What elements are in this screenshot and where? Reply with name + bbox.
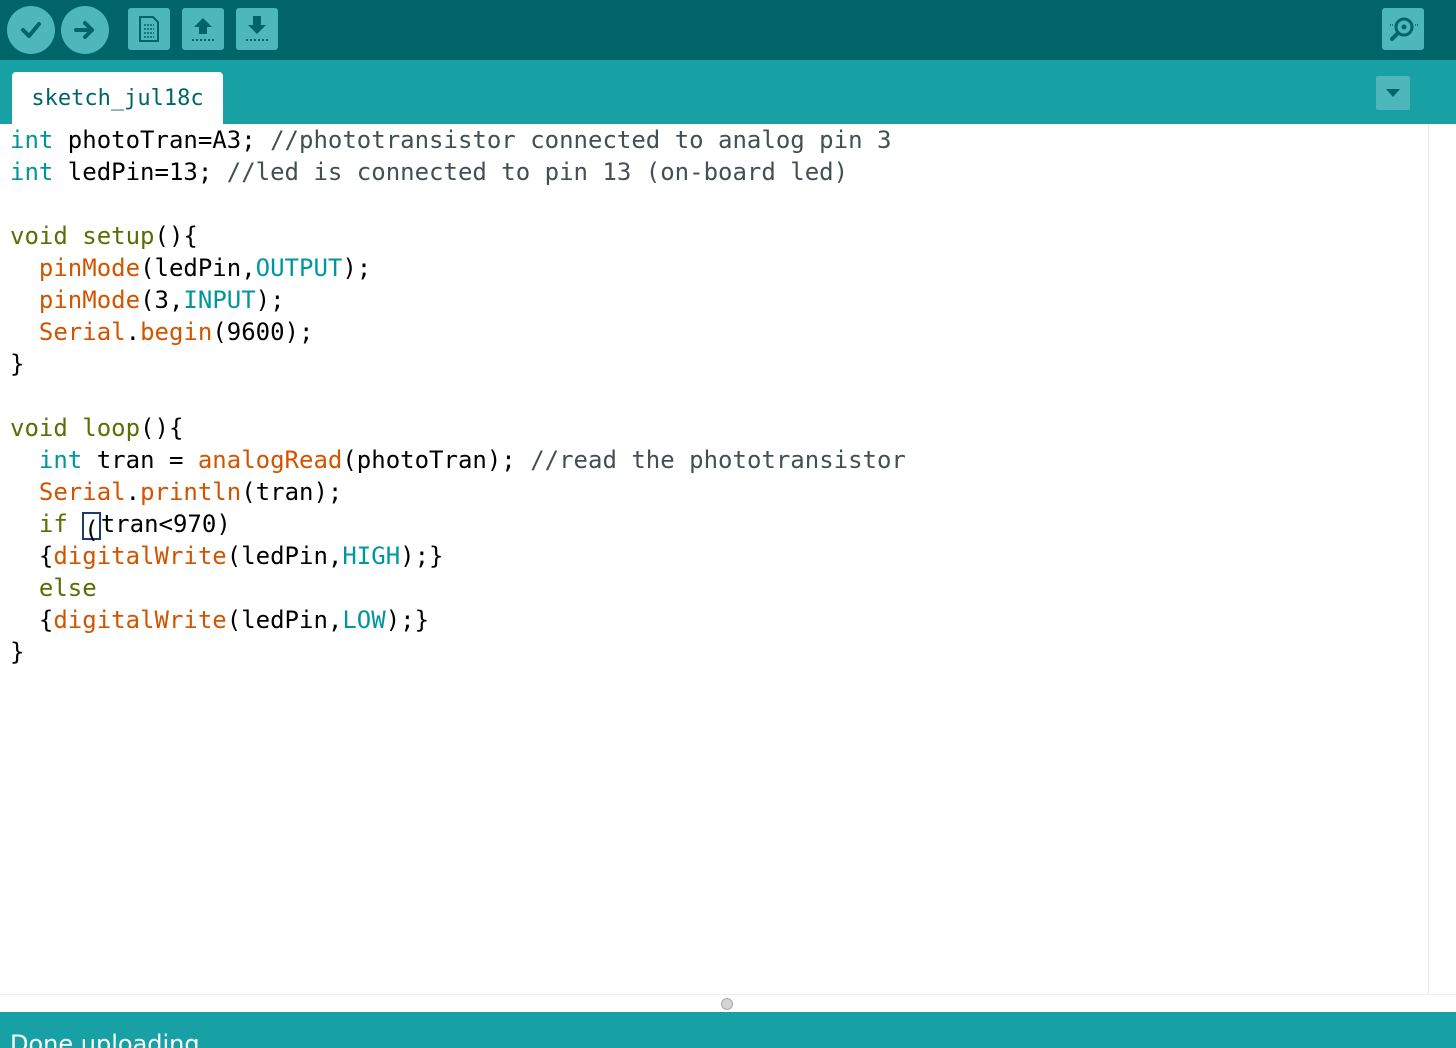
code-line: } <box>10 350 25 378</box>
tab-sketch[interactable]: sketch_jul18c <box>12 72 223 124</box>
code-line: void loop(){ <box>10 414 184 442</box>
magnifier-icon <box>1390 17 1418 41</box>
matching-bracket: ( <box>82 512 101 544</box>
code-line: if (tran<970) <box>38 510 231 544</box>
code-line: ​ <box>10 380 906 412</box>
upload-button[interactable] <box>61 6 109 54</box>
code-line: pinMode(ledPin,OUTPUT); <box>38 254 372 282</box>
code-line: int ledPin=13; //led is connected to pin… <box>10 158 849 186</box>
code-line: else <box>38 574 97 602</box>
new-file-icon <box>139 16 159 42</box>
vertical-scrollbar[interactable] <box>1428 124 1456 994</box>
serial-monitor-button[interactable] <box>1382 8 1424 50</box>
code-line: {digitalWrite(ledPin,LOW);} <box>10 606 430 634</box>
code-line: Serial.println(tran); <box>38 478 343 506</box>
arrow-up-icon <box>192 18 214 41</box>
code-line: pinMode(3,INPUT); <box>38 286 285 314</box>
status-bar: Done uploading. <box>0 1012 1456 1048</box>
code-editor[interactable]: int photoTran=A3; //phototransistor conn… <box>0 124 1428 994</box>
code-line: int tran = analogRead(photoTran); //read… <box>38 446 906 474</box>
code-text: int photoTran=A3; //phototransistor conn… <box>10 124 906 668</box>
tab-menu-button[interactable] <box>1376 76 1410 110</box>
code-line: } <box>10 638 25 666</box>
code-line: ​ <box>10 188 906 220</box>
code-line: void setup(){ <box>10 222 198 250</box>
new-sketch-button[interactable] <box>128 8 170 50</box>
console-divider[interactable] <box>0 994 1456 1012</box>
resize-grip-icon[interactable] <box>721 998 733 1010</box>
code-line: {digitalWrite(ledPin,HIGH);} <box>10 542 444 570</box>
tab-label: sketch_jul18c <box>31 85 204 111</box>
verify-button[interactable] <box>7 6 55 54</box>
triangle-down-icon <box>1386 89 1400 97</box>
open-button[interactable] <box>182 8 224 50</box>
save-button[interactable] <box>236 8 278 50</box>
code-line: int photoTran=A3; //phototransistor conn… <box>10 126 892 154</box>
arrow-down-icon <box>246 16 268 41</box>
arrow-right-icon <box>74 21 94 39</box>
code-line: Serial.begin(9600); <box>38 318 314 346</box>
tab-bar: sketch_jul18c <box>0 60 1456 124</box>
toolbar <box>0 0 1456 60</box>
check-icon <box>21 22 41 38</box>
status-message: Done uploading. <box>10 1030 208 1048</box>
